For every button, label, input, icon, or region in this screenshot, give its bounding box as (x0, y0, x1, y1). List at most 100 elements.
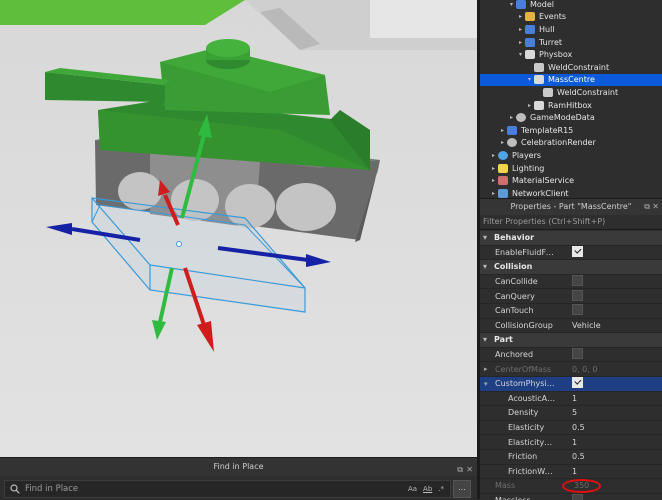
property-value[interactable]: 1 (557, 438, 662, 447)
property-checkbox[interactable] (572, 275, 583, 287)
property-name: Friction (508, 452, 538, 462)
explorer-item[interactable]: ▸ Lighting (480, 162, 662, 175)
explorer-item[interactable]: ▸ Events (480, 11, 662, 24)
mass-value[interactable]: 350 (557, 478, 662, 493)
close-icon[interactable]: ✕ (466, 461, 473, 479)
collapse-arrow-icon[interactable]: ▾ (480, 262, 490, 271)
explorer-item[interactable]: ▸ Players (480, 149, 662, 162)
expand-arrow-icon[interactable]: ▸ (516, 26, 525, 33)
expand-arrow-icon[interactable]: ▸ (489, 190, 498, 197)
property-value[interactable] (557, 377, 662, 390)
explorer-item-label: Players (512, 150, 542, 160)
property-name: Mass (495, 481, 516, 491)
property-category[interactable]: ▾ Collision (480, 260, 662, 275)
property-row[interactable]: Anchored (480, 348, 662, 363)
category-label: Part (494, 335, 513, 345)
collapse-arrow-icon[interactable]: ▾ (525, 76, 534, 83)
property-value[interactable]: 0, 0, 0 (557, 365, 662, 374)
property-row[interactable]: CenterOfMass 0, 0, 0 ▸ (480, 362, 662, 377)
property-row[interactable]: CanCollide (480, 275, 662, 290)
expand-arrow-icon[interactable]: ▸ (525, 102, 534, 109)
property-row[interactable]: FrictionWeight 1 (480, 465, 662, 480)
property-row[interactable]: CanTouch (480, 304, 662, 319)
expand-arrow-icon[interactable]: ▸ (498, 127, 507, 134)
match-word-toggle[interactable]: Ab (423, 485, 432, 493)
viewport-scene[interactable] (0, 0, 477, 457)
explorer-item[interactable]: ▾ Physbox (480, 48, 662, 61)
property-value[interactable]: Vehicle (557, 321, 662, 330)
property-row[interactable]: EnableFluidForces (480, 245, 662, 261)
property-checkbox[interactable] (572, 494, 583, 500)
property-value[interactable] (557, 245, 662, 259)
3d-viewport[interactable] (0, 0, 477, 457)
property-value[interactable] (557, 289, 662, 303)
find-input[interactable]: Find in Place Aa Ab .* (4, 480, 451, 498)
property-row[interactable]: ElasticityWeight 1 (480, 435, 662, 450)
property-value[interactable] (557, 275, 662, 288)
property-value[interactable]: 0.5 (557, 423, 662, 432)
explorer-item[interactable]: ▸ NetworkClient (480, 187, 662, 198)
explorer-item[interactable]: ▸ Hull (480, 23, 662, 36)
float-window-icon[interactable]: ⧉ (457, 461, 463, 479)
property-checkbox[interactable] (572, 348, 583, 360)
gizmo-center[interactable] (176, 241, 182, 247)
property-row[interactable]: Massless (480, 494, 662, 500)
properties-grid: ▾ Behavior EnableFluidForces ▾ Collision CanC… (480, 231, 662, 500)
expand-arrow-icon[interactable]: ▸ (516, 13, 525, 20)
match-case-toggle[interactable]: Aa (408, 485, 417, 493)
collapse-arrow-icon[interactable]: ▾ (516, 51, 525, 58)
collapse-arrow-icon[interactable]: ▾ (507, 1, 516, 8)
expand-arrow-icon[interactable]: ▸ (484, 365, 488, 373)
expand-arrow-icon[interactable]: ▸ (516, 39, 525, 46)
float-window-icon[interactable]: ⧉ (644, 199, 650, 215)
collapse-arrow-icon[interactable]: ▾ (480, 233, 490, 242)
property-name: Anchored (495, 350, 534, 360)
regex-toggle[interactable]: .* (438, 485, 444, 493)
explorer-item[interactable]: ▸ MaterialService (480, 174, 662, 187)
properties-title: Properties - Part "MassCentre" (510, 202, 632, 211)
property-row[interactable]: Mass 350 (480, 478, 662, 494)
part-icon (525, 50, 535, 60)
expand-arrow-icon[interactable]: ▸ (498, 139, 507, 146)
expand-arrow-icon[interactable]: ▸ (489, 165, 498, 172)
expand-arrow-icon[interactable]: ▸ (489, 152, 498, 159)
explorer-item[interactable]: ▾ Model (480, 0, 662, 11)
collapse-arrow-icon[interactable]: ▾ (484, 380, 488, 388)
explorer-item[interactable]: ▾ MassCentre (480, 73, 662, 87)
property-checkbox[interactable] (572, 304, 583, 316)
property-row[interactable]: Elasticity 0.5 (480, 421, 662, 436)
property-row[interactable]: Friction 0.5 (480, 450, 662, 465)
property-checkbox[interactable] (572, 289, 583, 301)
property-value[interactable] (557, 304, 662, 317)
property-value[interactable]: 0.5 (557, 452, 662, 461)
property-row[interactable]: CustomPhysicalPro... ▾ (480, 377, 662, 392)
property-row[interactable]: CanQuery (480, 289, 662, 304)
explorer-item[interactable]: WeldConstraint (480, 86, 662, 99)
part-icon (534, 75, 544, 85)
properties-filter-input[interactable]: Filter Properties (Ctrl+Shift+P) (480, 215, 662, 230)
property-value[interactable]: 5 (557, 408, 662, 417)
property-category[interactable]: ▾ Behavior (480, 231, 662, 246)
explorer-item[interactable]: ▸ Turret (480, 36, 662, 49)
explorer-item[interactable]: WeldConstraint (480, 61, 662, 74)
property-checkbox[interactable] (572, 377, 583, 389)
explorer-item[interactable]: ▸ CelebrationRender (480, 137, 662, 150)
property-value[interactable]: 1 (557, 467, 662, 476)
property-checkbox[interactable] (572, 245, 583, 257)
explorer-item[interactable]: ▸ GameModeData (480, 111, 662, 124)
property-value[interactable] (557, 348, 662, 361)
expand-arrow-icon[interactable]: ▸ (489, 177, 498, 184)
explorer-item[interactable]: ▸ RamHitbox (480, 99, 662, 112)
expand-arrow-icon[interactable]: ▸ (507, 114, 516, 121)
property-value[interactable] (557, 494, 662, 500)
property-category[interactable]: ▾ Part (480, 333, 662, 348)
close-icon[interactable]: ✕ (652, 199, 659, 215)
more-options-button[interactable]: ... (453, 480, 471, 498)
explorer-item[interactable]: ▸ TemplateR15 (480, 124, 662, 137)
property-row[interactable]: Density 5 (480, 406, 662, 421)
collapse-arrow-icon[interactable]: ▾ (480, 335, 490, 344)
property-row[interactable]: AcousticAbsorpt... 1 (480, 392, 662, 407)
property-value[interactable]: 1 (557, 394, 662, 403)
property-name: FrictionWeight (508, 466, 557, 476)
property-row[interactable]: CollisionGroup Vehicle (480, 319, 662, 334)
